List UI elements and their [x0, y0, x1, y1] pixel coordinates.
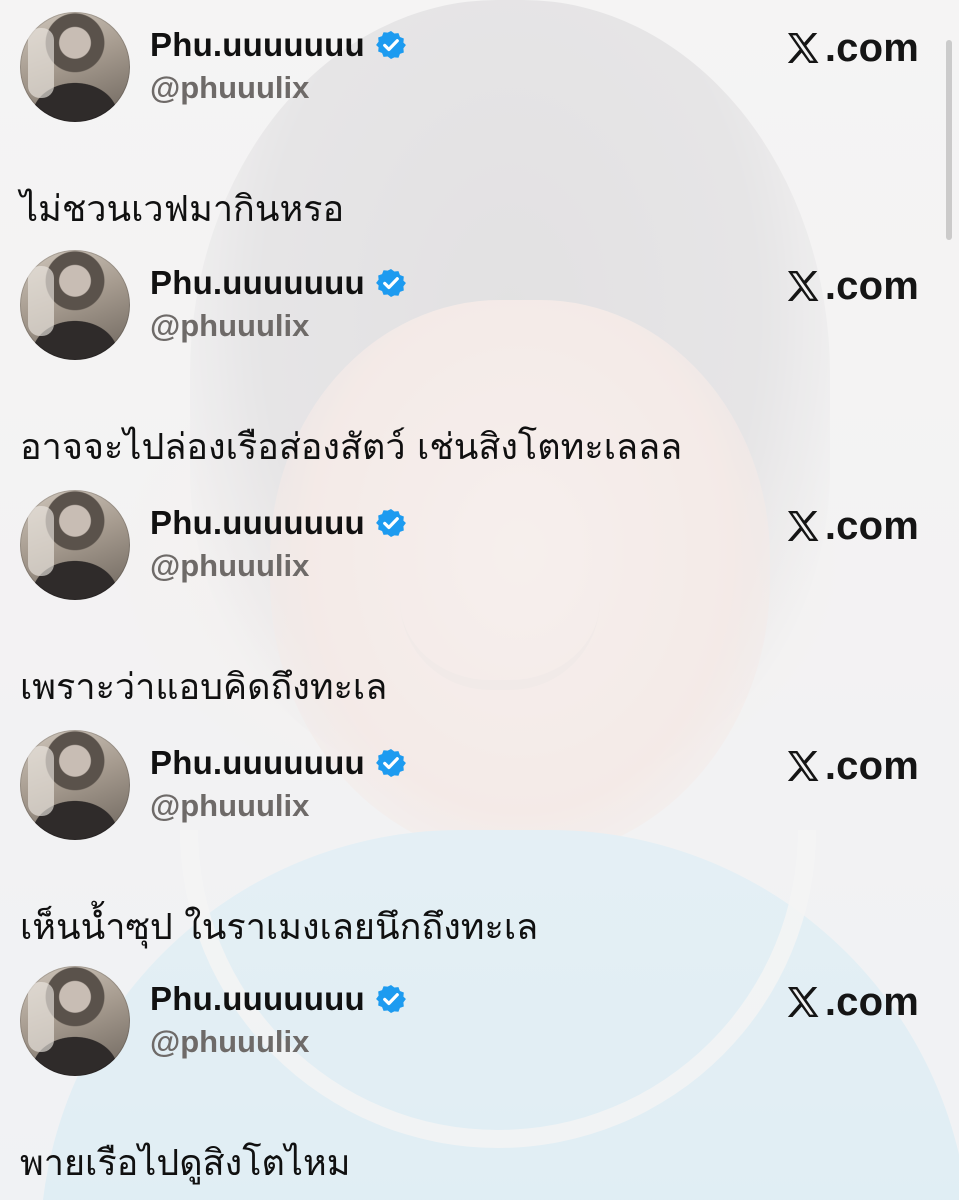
display-name[interactable]: Phu.uuuuuuu	[150, 980, 365, 1018]
verified-badge-icon	[375, 31, 406, 59]
verified-badge-icon	[375, 269, 406, 297]
x-logo-icon	[787, 33, 819, 63]
author-row: Phu.uuuuuuu	[150, 744, 407, 782]
user-handle[interactable]: @phuuulix	[150, 308, 309, 344]
tweet-card: Phu.uuuuuuu @phuuulix .com อาจจะไปล่องเร…	[0, 238, 959, 474]
verified-badge-icon	[375, 509, 406, 537]
avatar[interactable]	[20, 250, 130, 360]
brand-text: .com	[824, 263, 919, 308]
tweet-text: พายเรือไปดูสิงโตไหม	[20, 1143, 351, 1184]
brand-text: .com	[824, 979, 919, 1024]
avatar[interactable]	[20, 490, 130, 600]
x-brand-link[interactable]: .com	[785, 26, 919, 70]
tweet-card: Phu.uuuuuuu @phuuulix .com พายเรือไปดูสิ…	[0, 954, 959, 1190]
user-handle[interactable]: @phuuulix	[150, 788, 309, 824]
tweet-feed: Phu.uuuuuuu @phuuulix .com ไม่ชวนเวฟมากิ…	[0, 0, 959, 1200]
verified-badge-icon	[375, 749, 406, 777]
display-name[interactable]: Phu.uuuuuuu	[150, 744, 365, 782]
display-name[interactable]: Phu.uuuuuuu	[150, 504, 365, 542]
x-brand-link[interactable]: .com	[785, 264, 919, 308]
tweet-text: เห็นน้ำซุป ในราเมงเลยนึกถึงทะเล	[20, 907, 539, 948]
scrollbar[interactable]	[946, 40, 952, 240]
x-logo-icon	[787, 987, 819, 1017]
display-name[interactable]: Phu.uuuuuuu	[150, 26, 365, 64]
tweet-card: Phu.uuuuuuu @phuuulix .com เห็นน้ำซุป ใน…	[0, 718, 959, 954]
avatar[interactable]	[20, 12, 130, 122]
brand-text: .com	[824, 25, 919, 70]
avatar[interactable]	[20, 966, 130, 1076]
x-brand-link[interactable]: .com	[785, 744, 919, 788]
user-handle[interactable]: @phuuulix	[150, 548, 309, 584]
x-logo-icon	[787, 511, 819, 541]
author-row: Phu.uuuuuuu	[150, 26, 407, 64]
user-handle[interactable]: @phuuulix	[150, 70, 309, 106]
display-name[interactable]: Phu.uuuuuuu	[150, 264, 365, 302]
author-row: Phu.uuuuuuu	[150, 504, 407, 542]
x-logo-icon	[787, 271, 819, 301]
tweet-text: ไม่ชวนเวฟมากินหรอ	[20, 189, 345, 230]
brand-text: .com	[824, 503, 919, 548]
tweet-card: Phu.uuuuuuu @phuuulix .com ไม่ชวนเวฟมากิ…	[0, 0, 959, 236]
author-row: Phu.uuuuuuu	[150, 980, 407, 1018]
tweet-text: เพราะว่าแอบคิดถึงทะเล	[20, 667, 388, 708]
x-logo-icon	[787, 751, 819, 781]
x-brand-link[interactable]: .com	[785, 980, 919, 1024]
tweet-card: Phu.uuuuuuu @phuuulix .com เพราะว่าแอบคิ…	[0, 478, 959, 714]
user-handle[interactable]: @phuuulix	[150, 1024, 309, 1060]
tweet-text: อาจจะไปล่องเรือส่องสัตว์ เช่นสิงโตทะเลลล	[20, 427, 683, 468]
brand-text: .com	[824, 743, 919, 788]
x-brand-link[interactable]: .com	[785, 504, 919, 548]
verified-badge-icon	[375, 985, 406, 1013]
avatar[interactable]	[20, 730, 130, 840]
author-row: Phu.uuuuuuu	[150, 264, 407, 302]
